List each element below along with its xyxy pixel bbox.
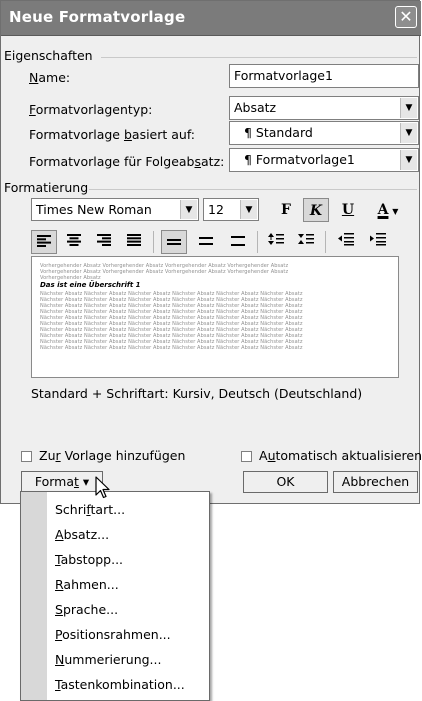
- increase-indent-button[interactable]: [365, 230, 391, 254]
- based-on-select[interactable]: ¶ Standard ▼: [229, 121, 419, 145]
- italic-button[interactable]: K: [303, 198, 329, 222]
- font-size-value: 12: [208, 202, 224, 217]
- chevron-down-icon[interactable]: ▼: [400, 150, 417, 170]
- menu-item-language[interactable]: Sprache...: [55, 602, 118, 617]
- decrease-indent-icon: [338, 233, 354, 246]
- justify-button[interactable]: [121, 230, 147, 254]
- properties-group-title: Eigenschaften: [4, 48, 93, 63]
- single-spacing-button[interactable]: [161, 230, 187, 254]
- style-preview: Vorhergehender Absatz Vorhergehender Abs…: [31, 256, 399, 378]
- single-spacing-icon: [167, 239, 181, 245]
- one-half-spacing-button[interactable]: [193, 230, 219, 254]
- align-left-button[interactable]: [31, 230, 57, 254]
- font-name-select[interactable]: Times New Roman ▼: [31, 198, 199, 221]
- close-icon: ✕: [399, 7, 413, 26]
- next-style-value: ¶ Formatvorlage1: [244, 152, 355, 167]
- font-color-button[interactable]: A ▼: [369, 198, 407, 222]
- space-before-decrease-button[interactable]: [293, 230, 319, 254]
- menu-item-numbering[interactable]: Nummerierung...: [55, 652, 161, 667]
- menu-item-frame[interactable]: Positionsrahmen...: [55, 627, 171, 642]
- double-spacing-icon: [231, 236, 245, 246]
- chevron-down-icon[interactable]: ▼: [180, 200, 197, 219]
- chevron-down-icon[interactable]: ▼: [240, 200, 257, 219]
- align-right-button[interactable]: [91, 230, 117, 254]
- decrease-indent-button[interactable]: [333, 230, 359, 254]
- properties-group-divider: [101, 57, 417, 58]
- chevron-down-icon: ▼: [392, 207, 399, 216]
- mouse-pointer-icon: [95, 476, 110, 499]
- justify-icon: [127, 234, 141, 246]
- align-center-button[interactable]: [61, 230, 87, 254]
- menu-item-border[interactable]: Rahmen...: [55, 577, 119, 592]
- preview-sample-text: Das ist eine Überschrift 1: [40, 281, 141, 289]
- ok-button[interactable]: OK: [243, 471, 328, 493]
- formatting-group-title: Formatierung: [4, 180, 89, 195]
- align-center-icon: [67, 234, 81, 246]
- menu-icon-stripe: [21, 492, 47, 700]
- next-style-select[interactable]: ¶ Formatvorlage1 ▼: [229, 148, 419, 172]
- one-half-spacing-icon: [199, 237, 213, 245]
- align-right-icon: [97, 234, 111, 246]
- toolbar-separator: [153, 231, 154, 253]
- auto-update-checkbox[interactable]: [241, 451, 252, 462]
- toolbar-separator: [257, 231, 258, 253]
- font-color-icon: A: [377, 202, 389, 218]
- style-description: Standard + Schriftart: Kursiv, Deutsch (…: [31, 386, 363, 401]
- space-before-increase-button[interactable]: [263, 230, 289, 254]
- next-style-label: Formatvorlage für Folgeabsatz:: [29, 154, 225, 169]
- space-before-decrease-icon: [298, 234, 314, 244]
- increase-indent-icon: [370, 233, 386, 246]
- menu-item-font[interactable]: Schriftart...: [55, 502, 125, 517]
- add-to-template-label[interactable]: Zur Vorlage hinzufügen: [39, 448, 185, 463]
- double-spacing-button[interactable]: [225, 230, 251, 254]
- formatting-group-divider: [89, 189, 417, 190]
- new-style-dialog: Neue Formatvorlage ✕ Eigenschaften Name:…: [0, 0, 422, 504]
- bold-button[interactable]: F: [273, 198, 299, 222]
- close-button[interactable]: ✕: [395, 6, 417, 28]
- add-to-template-checkbox[interactable]: [21, 451, 32, 462]
- style-type-label: Formatvorlagentyp:: [29, 102, 153, 117]
- window-title: Neue Formatvorlage: [9, 8, 186, 26]
- menu-item-tabs[interactable]: Tabstopp...: [55, 552, 123, 567]
- align-left-icon: [37, 235, 51, 247]
- cancel-button[interactable]: Abbrechen: [333, 471, 418, 493]
- preview-next-paragraph: Nächster Absatz Nächster Absatz Nächster…: [40, 345, 303, 351]
- auto-update-label[interactable]: Automatisch aktualisieren: [259, 448, 422, 463]
- name-input[interactable]: Formatvorlage1: [229, 64, 419, 88]
- menu-item-paragraph[interactable]: Absatz...: [55, 527, 109, 542]
- font-size-select[interactable]: 12 ▼: [203, 198, 259, 221]
- font-name-value: Times New Roman: [36, 202, 152, 217]
- space-before-increase-icon: [268, 233, 284, 245]
- style-type-value: Absatz: [234, 100, 277, 115]
- underline-button[interactable]: U: [335, 198, 361, 222]
- format-menu-button[interactable]: Format ▾: [21, 471, 103, 493]
- based-on-label: Formatvorlage basiert auf:: [29, 127, 196, 142]
- format-dropdown-menu: Schriftart... Absatz... Tabstopp... Rahm…: [20, 491, 210, 701]
- chevron-down-icon[interactable]: ▼: [400, 98, 417, 118]
- chevron-down-icon[interactable]: ▼: [400, 123, 417, 143]
- style-type-select[interactable]: Absatz ▼: [229, 96, 419, 120]
- toolbar-separator: [325, 231, 326, 253]
- title-bar[interactable]: Neue Formatvorlage ✕: [1, 1, 421, 36]
- menu-item-shortcut-key[interactable]: Tastenkombination...: [55, 677, 185, 692]
- name-label: Name:: [29, 70, 71, 85]
- based-on-value: ¶ Standard: [244, 125, 313, 140]
- chevron-down-icon: ▾: [82, 474, 90, 489]
